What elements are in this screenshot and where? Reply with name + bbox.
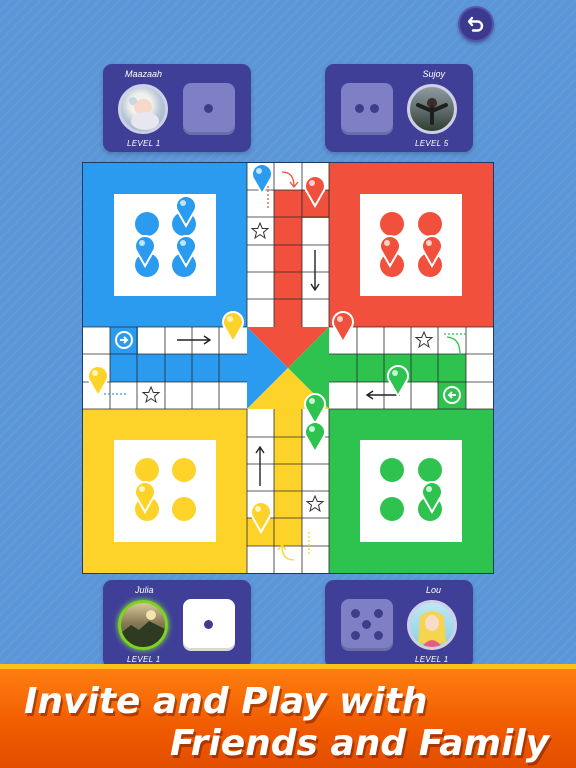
player-avatar[interactable] <box>407 600 457 650</box>
dice-pip <box>204 104 213 113</box>
avatar-icon <box>418 611 446 647</box>
dice-pip <box>370 104 379 113</box>
promo-banner: Invite and Play with Friends and Family <box>0 664 576 768</box>
dice-pip <box>351 609 360 618</box>
dice[interactable] <box>183 599 235 651</box>
home-quadrant-red <box>329 163 493 327</box>
dice-pip <box>351 631 360 640</box>
home-quadrant-yellow <box>83 409 247 573</box>
avatar-icon <box>416 98 448 125</box>
dice-pip <box>362 620 371 629</box>
player-panel-top-right: Sujoy LEVEL 5 <box>325 64 473 152</box>
player-panel-top-left: Maazaah LEVEL 1 <box>103 64 251 152</box>
home-quadrant-green <box>329 409 493 573</box>
player-avatar[interactable] <box>118 84 168 134</box>
banner-line-2: Friends and Family <box>170 723 550 764</box>
player-name: Julia <box>135 585 154 595</box>
dice-pip <box>204 620 213 629</box>
dice[interactable] <box>341 83 393 135</box>
dice-pip <box>374 609 383 618</box>
dice[interactable] <box>341 599 393 651</box>
home-quadrant-blue <box>83 163 247 327</box>
player-name: Sujoy <box>422 69 445 79</box>
player-name: Maazaah <box>125 69 163 79</box>
ludo-board <box>82 162 494 574</box>
player-level: LEVEL 1 <box>415 655 449 664</box>
player-level: LEVEL 1 <box>127 655 161 664</box>
back-button[interactable] <box>458 6 494 42</box>
avatar-icon <box>129 97 159 130</box>
player-panel-bottom-right: Lou LEVEL 1 <box>325 580 473 668</box>
avatar-icon <box>121 610 165 647</box>
player-panel-bottom-left: Julia LEVEL 1 <box>103 580 251 668</box>
dice-pip <box>374 631 383 640</box>
player-level: LEVEL 5 <box>415 139 449 148</box>
dice-pip <box>355 104 364 113</box>
player-level: LEVEL 1 <box>127 139 161 148</box>
player-avatar[interactable] <box>118 600 168 650</box>
banner-line-1: Invite and Play with <box>24 681 428 722</box>
back-arrow-icon <box>467 16 484 32</box>
player-name: Lou <box>425 585 441 595</box>
player-avatar[interactable] <box>407 84 457 134</box>
dice[interactable] <box>183 83 235 135</box>
